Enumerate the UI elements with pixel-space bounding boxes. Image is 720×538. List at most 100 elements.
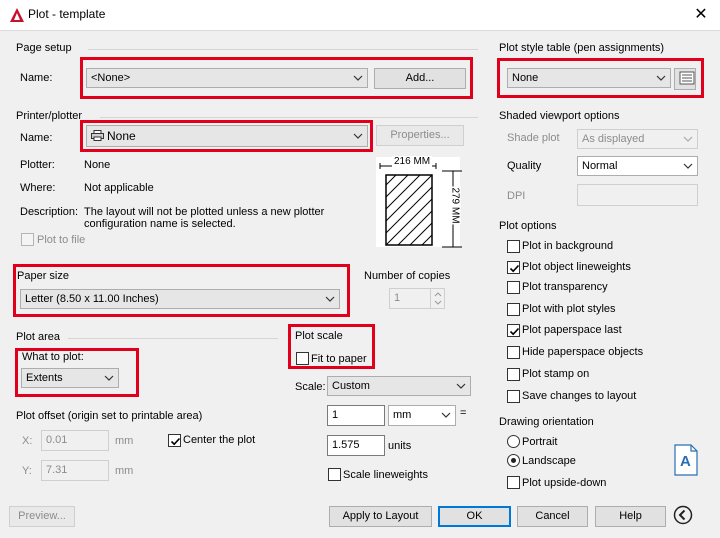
- offset-x-input[interactable]: 0.01: [41, 430, 109, 451]
- landscape-radio[interactable]: [507, 454, 520, 467]
- offset-x-label: X:: [22, 435, 33, 447]
- divider: [100, 117, 478, 118]
- hide-paperspace-objects-checkbox[interactable]: [507, 346, 520, 359]
- paper-width-label: 216 MM: [392, 156, 433, 167]
- printer-section-label: Printer/plotter: [16, 110, 83, 122]
- plot-option-label: Plot stamp on: [522, 368, 590, 380]
- description-line-2: configuration name is selected.: [84, 218, 236, 230]
- chevron-down-icon: [441, 412, 451, 418]
- plot-option-label: Save changes to layout: [522, 390, 637, 402]
- quality-dropdown[interactable]: Normal: [577, 156, 698, 176]
- shade-plot-dropdown[interactable]: As displayed: [577, 129, 698, 149]
- apply-to-layout-button[interactable]: Apply to Layout: [329, 506, 432, 527]
- paper-preview: 216 MM 279 MM: [372, 156, 468, 255]
- window-title: Plot - template: [28, 7, 106, 21]
- orientation-section-label: Drawing orientation: [499, 416, 594, 428]
- offset-x-unit: mm: [115, 435, 134, 447]
- plot-transparency-checkbox[interactable]: [507, 281, 520, 294]
- plot-to-file-label: Plot to file: [37, 234, 86, 246]
- plot-option-label: Plot with plot styles: [522, 303, 616, 315]
- plotter-label: Plotter:: [20, 159, 55, 171]
- plot-option-label: Plot paperspace last: [522, 324, 622, 336]
- plot-paperspace-last-checkbox[interactable]: [507, 324, 520, 337]
- highlight-box-paper-size: [13, 264, 350, 317]
- preview-button[interactable]: Preview...: [9, 506, 75, 527]
- spin-arrows-icon: [434, 292, 442, 305]
- portrait-radio[interactable]: [507, 435, 520, 448]
- shade-plot-label: Shade plot: [507, 132, 560, 144]
- shaded-section-label: Shaded viewport options: [499, 110, 620, 122]
- scale-lineweights-checkbox[interactable]: [328, 468, 341, 481]
- copies-spin-arrows[interactable]: [430, 289, 444, 308]
- shade-plot-value: As displayed: [582, 133, 645, 145]
- checkmark-icon: [170, 437, 181, 446]
- plot-option-label: Hide paperspace objects: [522, 346, 644, 358]
- portrait-label: Portrait: [522, 436, 558, 448]
- plot-to-file-checkbox[interactable]: [21, 233, 34, 246]
- checkmark-icon: [509, 264, 520, 273]
- ok-button[interactable]: OK: [438, 506, 511, 527]
- scale-units-label: units: [388, 440, 412, 452]
- highlight-box-printer: [80, 120, 373, 152]
- plotter-value: None: [84, 159, 111, 171]
- plot-area-section-label: Plot area: [16, 331, 61, 343]
- highlight-box-plot-area: [15, 348, 139, 397]
- plot-options-section-label: Plot options: [499, 220, 557, 232]
- plot-stamp-on-checkbox[interactable]: [507, 368, 520, 381]
- plot-option-label: Plot transparency: [522, 281, 608, 293]
- chevron-down-icon: [456, 383, 466, 389]
- scale-unit-value: mm: [393, 409, 412, 421]
- highlight-box-page-setup: [80, 57, 473, 99]
- scale-value2-input[interactable]: 1.575: [327, 435, 385, 456]
- checkmark-icon: [509, 327, 520, 336]
- copies-label: Number of copies: [364, 270, 451, 282]
- copies-value: 1: [394, 292, 401, 304]
- offset-y-label: Y:: [22, 465, 32, 477]
- highlight-box-plot-style: [497, 58, 704, 98]
- offset-y-input[interactable]: 7.31: [41, 460, 109, 481]
- dpi-input[interactable]: [577, 184, 698, 206]
- scale-unit-dropdown[interactable]: mm: [388, 405, 456, 426]
- close-icon[interactable]: ✕: [690, 4, 712, 24]
- plot-offset-section-label: Plot offset (origin set to printable are…: [16, 410, 203, 422]
- center-plot-checkbox[interactable]: [168, 434, 181, 447]
- plot-upside-down-checkbox[interactable]: [507, 476, 520, 489]
- description-label: Description:: [20, 206, 79, 218]
- scale-lineweights-label: Scale lineweights: [343, 469, 428, 481]
- scale-label: Scale:: [295, 381, 326, 393]
- plot-option-label: Plot object lineweights: [522, 261, 631, 273]
- chevron-left-circle-icon: [673, 505, 693, 525]
- scale-value1-input[interactable]: 1: [327, 405, 385, 426]
- page-setup-section-label: Page setup: [16, 42, 72, 54]
- dialog-body: Page setup Name: <None> Add... Printer/p…: [0, 30, 720, 538]
- help-button[interactable]: Help: [595, 506, 666, 527]
- plot-option-label: Plot in background: [522, 240, 614, 252]
- plot-object-lineweights-checkbox[interactable]: [507, 261, 520, 274]
- orientation-letter: A: [680, 453, 691, 470]
- dpi-label: DPI: [507, 190, 526, 202]
- scale-value: Custom: [332, 380, 370, 392]
- landscape-label: Landscape: [522, 455, 576, 467]
- highlight-box-plot-scale: [288, 324, 375, 369]
- plot-upside-down-label: Plot upside-down: [522, 477, 607, 489]
- title-bar: Plot - template ✕: [0, 0, 720, 30]
- paper-height-label: 279 MM: [449, 186, 461, 225]
- scale-dropdown[interactable]: Custom: [327, 376, 471, 396]
- plot-style-section-label: Plot style table (pen assignments): [499, 42, 665, 54]
- quality-label: Quality: [507, 160, 542, 172]
- collapse-options-button[interactable]: [673, 505, 693, 525]
- quality-value: Normal: [582, 160, 618, 172]
- plot-options-list: Plot in background Plot object lineweigh…: [506, 238, 696, 408]
- chevron-down-icon: [683, 163, 693, 169]
- plot-in-background-checkbox[interactable]: [507, 240, 520, 253]
- save-changes-to-layout-checkbox[interactable]: [507, 390, 520, 403]
- plot-with-plot-styles-checkbox[interactable]: [507, 303, 520, 316]
- copies-spinner[interactable]: 1: [389, 288, 445, 309]
- page-setup-name-label: Name:: [20, 72, 53, 84]
- description-line-1: The layout will not be plotted unless a …: [84, 206, 325, 218]
- printer-properties-button[interactable]: Properties...: [376, 125, 464, 146]
- cancel-button[interactable]: Cancel: [517, 506, 588, 527]
- where-label: Where:: [20, 182, 56, 194]
- offset-y-unit: mm: [115, 465, 134, 477]
- divider: [88, 49, 478, 50]
